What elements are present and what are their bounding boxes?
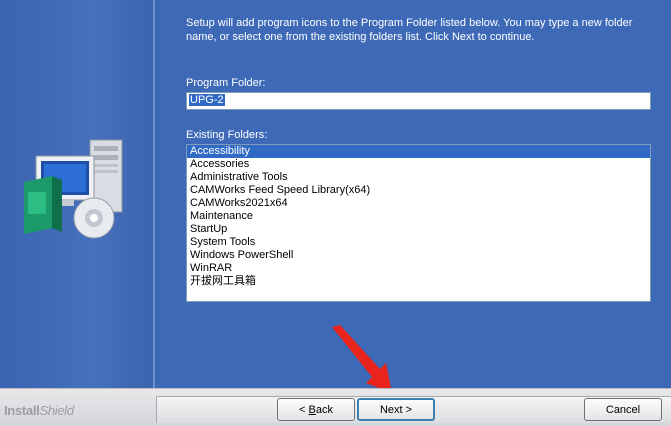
wizard-main-panel: Setup will add program icons to the Prog…: [157, 0, 671, 388]
program-folder-value: UPG-2: [189, 94, 225, 106]
folder-list-item[interactable]: Administrative Tools: [187, 171, 650, 184]
folder-list-item[interactable]: 开拔网工具箱: [187, 275, 650, 288]
folder-list-item[interactable]: Accessories: [187, 158, 650, 171]
next-button[interactable]: Next >: [357, 398, 435, 421]
cancel-button[interactable]: Cancel: [584, 398, 662, 421]
folder-list-item[interactable]: Accessibility: [187, 145, 650, 158]
computer-setup-icon: [24, 139, 123, 239]
program-folder-label: Program Folder:: [186, 77, 266, 89]
folder-list-item[interactable]: WinRAR: [187, 262, 650, 275]
folder-list-item[interactable]: Maintenance: [187, 210, 650, 223]
existing-folders-label: Existing Folders:: [186, 129, 268, 141]
installshield-logo: InstallShield: [4, 403, 74, 418]
instructions-text: Setup will add program icons to the Prog…: [186, 17, 633, 43]
program-folder-input[interactable]: UPG-2: [186, 92, 651, 110]
folder-list-item[interactable]: Windows PowerShell: [187, 249, 650, 262]
existing-folders-list[interactable]: Accessibility Accessories Administrative T…: [186, 144, 651, 302]
folder-list-item[interactable]: System Tools: [187, 236, 650, 249]
back-button[interactable]: < Back: [277, 398, 355, 421]
folder-list-item[interactable]: CAMWorks2021x64: [187, 197, 650, 210]
wizard-side-panel: [0, 0, 155, 388]
folder-list-item[interactable]: CAMWorks Feed Speed Library(x64): [187, 184, 650, 197]
folder-list-item[interactable]: StartUp: [187, 223, 650, 236]
